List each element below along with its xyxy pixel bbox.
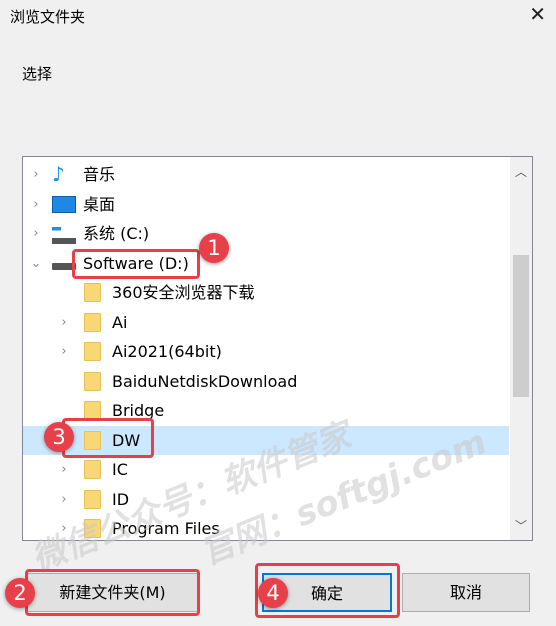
chevron-right-icon[interactable]: › — [29, 160, 43, 189]
scroll-up-icon[interactable]: ︿ — [510, 163, 532, 180]
folder-icon — [84, 342, 101, 361]
annotation-badge-1: 1 — [199, 233, 229, 263]
scroll-down-icon[interactable]: ﹀ — [510, 517, 532, 534]
tree-item[interactable]: BaiduNetdiskDownload — [23, 367, 509, 396]
tree-item-label: Program Files — [112, 519, 220, 538]
cancel-button[interactable]: 取消 — [402, 573, 530, 612]
chevron-right-icon[interactable]: › — [29, 190, 43, 219]
chevron-right-icon[interactable]: › — [57, 514, 71, 540]
tree-item[interactable]: › Ai2021(64bit) — [23, 337, 509, 366]
tree-item-label: ID — [112, 489, 130, 509]
tree-item[interactable]: › Program Files — [23, 514, 509, 540]
scrollbar-thumb[interactable] — [513, 255, 529, 397]
chevron-right-icon[interactable]: › — [57, 455, 71, 484]
desktop-icon — [52, 195, 76, 213]
annotation-badge-2: 2 — [5, 578, 35, 608]
chevron-right-icon[interactable]: › — [57, 485, 71, 514]
folder-icon — [84, 312, 101, 332]
annotation-highlight-3 — [62, 418, 154, 458]
annotation-highlight-2 — [25, 569, 200, 616]
vertical-scrollbar[interactable]: ︿ ﹀ — [510, 157, 532, 540]
folder-tree[interactable]: ︿ ﹀ › ♪ 音乐 › 桌面 › 系统 (C:) ⌄ Software (D:) 360安全浏览… — [22, 156, 533, 541]
tree-item[interactable]: › Ai — [23, 308, 509, 337]
window-title: 浏览文件夹 — [10, 8, 86, 26]
folder-icon — [84, 460, 101, 479]
tree-item[interactable]: › ♪ 音乐 — [23, 160, 509, 189]
chevron-right-icon[interactable]: › — [29, 219, 43, 248]
chevron-right-icon[interactable]: › — [57, 308, 71, 337]
prompt-label: 选择 — [22, 65, 53, 83]
tree-item-label: 系统 (C:) — [83, 224, 150, 243]
annotation-badge-4: 4 — [258, 578, 288, 608]
tree-item-label: Ai — [112, 312, 128, 332]
tree-item-label: 360安全浏览器下载 — [112, 283, 255, 302]
tree-item-label: IC — [112, 460, 128, 479]
tree-item-label: BaiduNetdiskDownload — [112, 371, 298, 391]
tree-item-label: 音乐 — [83, 165, 116, 184]
folder-icon — [84, 519, 101, 538]
folder-icon — [84, 371, 101, 391]
tree-item[interactable]: 360安全浏览器下载 — [23, 278, 509, 307]
tree-item[interactable]: › 桌面 — [23, 190, 509, 219]
folder-icon — [84, 283, 101, 302]
chevron-right-icon[interactable]: › — [57, 337, 71, 366]
chevron-down-icon[interactable]: ⌄ — [29, 249, 43, 278]
tree-item[interactable]: › 系统 (C:) — [23, 219, 509, 248]
music-icon: ♪ — [52, 162, 65, 186]
close-button[interactable]: ✕ — [529, 2, 546, 26]
annotation-highlight-1 — [72, 249, 200, 279]
tree-item[interactable]: › ID — [23, 485, 509, 514]
system-drive-icon — [52, 227, 76, 244]
tree-item-label: Ai2021(64bit) — [112, 342, 222, 361]
tree-item[interactable]: › IC — [23, 455, 509, 484]
annotation-badge-3: 3 — [44, 422, 74, 452]
folder-icon — [84, 489, 101, 509]
tree-item-label: 桌面 — [83, 194, 116, 214]
